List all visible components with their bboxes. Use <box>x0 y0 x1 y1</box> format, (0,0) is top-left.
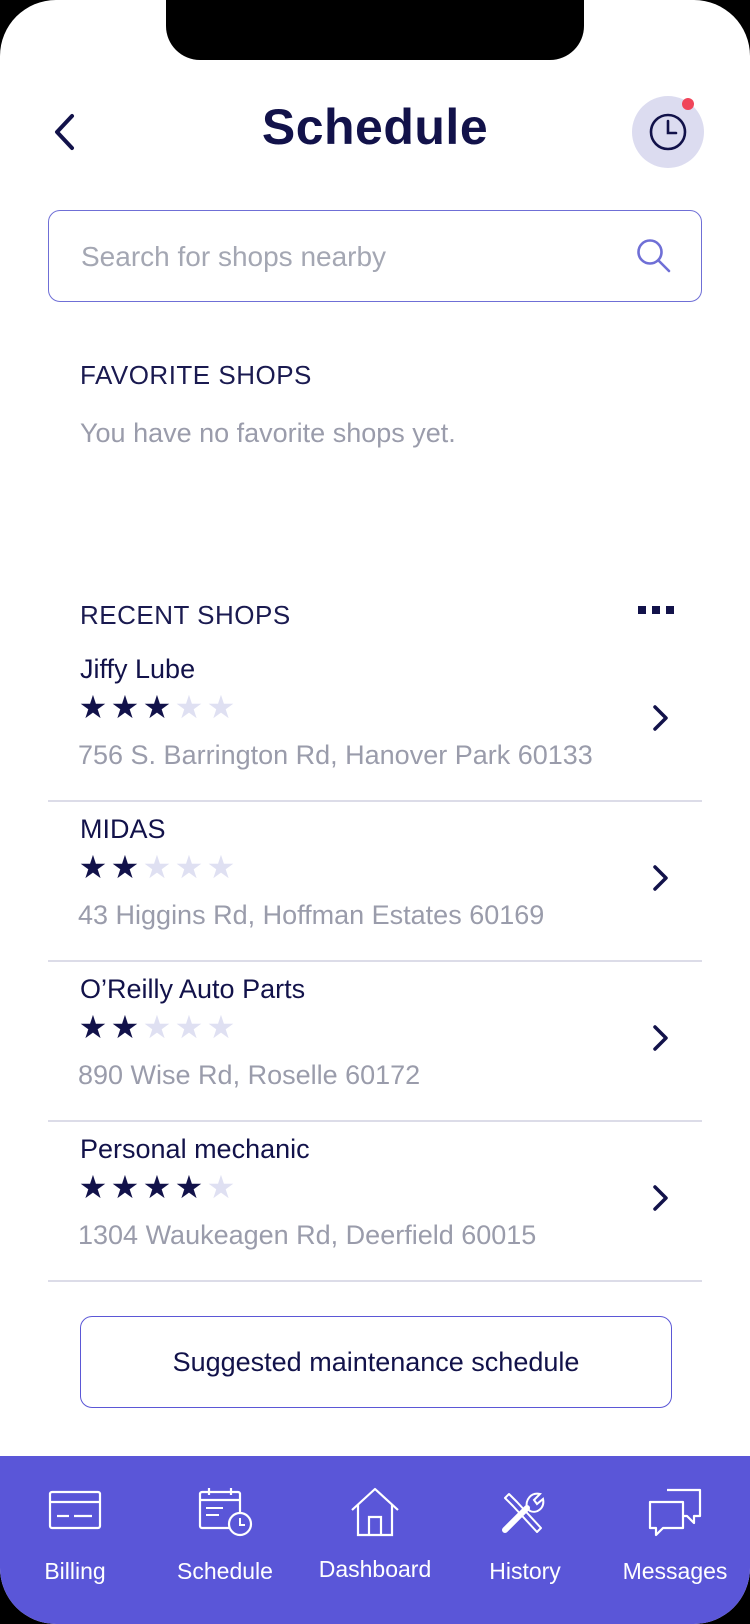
tab-history[interactable]: History <box>450 1456 600 1624</box>
chevron-right-icon[interactable] <box>650 1182 672 1214</box>
search-box[interactable] <box>48 210 702 303</box>
shop-address: 1304 Waukeagen Rd, Deerfield 60015 <box>78 1220 537 1250</box>
billing-card-icon <box>48 1490 102 1530</box>
shop-address: 756 S. Barrington Rd, Hanover Park 60133 <box>78 740 593 770</box>
tab-label: Billing <box>44 1558 106 1584</box>
star-filled-icon: ★ <box>110 1009 140 1045</box>
star-filled-icon: ★ <box>142 689 172 725</box>
star-empty-icon: ★ <box>206 849 236 885</box>
tab-messages[interactable]: Messages <box>600 1456 750 1624</box>
star-filled-icon: ★ <box>78 1009 108 1045</box>
shop-row[interactable]: Jiffy Lube ★ ★ ★ ★ ★ 756 S. Barrington Rd, Han… <box>48 640 702 802</box>
favorites-empty-text: You have no favorite shops yet. <box>80 418 456 448</box>
shop-address: 890 Wise Rd, Roselle 60172 <box>78 1060 421 1090</box>
star-rating: ★ ★ ★ ★ ★ <box>78 690 236 724</box>
star-filled-icon: ★ <box>110 1169 140 1205</box>
tab-label: Schedule <box>177 1558 273 1584</box>
star-empty-icon: ★ <box>174 689 204 725</box>
star-empty-icon: ★ <box>206 1009 236 1045</box>
star-empty-icon: ★ <box>142 849 172 885</box>
more-dot <box>652 606 660 614</box>
bottom-tab-bar: Billing Schedule Dashboard History Messa… <box>0 1456 750 1624</box>
home-icon <box>351 1487 399 1537</box>
more-dot <box>638 606 646 614</box>
shop-name: O’Reilly Auto Parts <box>80 974 306 1004</box>
tab-label: History <box>489 1558 561 1584</box>
search-icon[interactable] <box>635 237 673 275</box>
chat-bubbles-icon <box>648 1488 702 1537</box>
tab-dashboard[interactable]: Dashboard <box>300 1456 450 1624</box>
tab-schedule[interactable]: Schedule <box>150 1456 300 1624</box>
shop-row[interactable]: Personal mechanic ★ ★ ★ ★ ★ 1304 Waukeagen Rd,… <box>48 1120 702 1282</box>
more-options-button[interactable] <box>638 606 674 622</box>
star-empty-icon: ★ <box>142 1009 172 1045</box>
star-empty-icon: ★ <box>174 849 204 885</box>
star-empty-icon: ★ <box>174 1009 204 1045</box>
star-rating: ★ ★ ★ ★ ★ <box>78 1170 236 1204</box>
device-notch <box>166 0 584 60</box>
tools-icon <box>502 1492 545 1533</box>
recent-shops-heading: RECENT SHOPS <box>80 600 291 630</box>
star-filled-icon: ★ <box>78 689 108 725</box>
schedule-screen: Schedule FAVORITE SHOPS You have no favo… <box>0 0 750 1624</box>
star-filled-icon: ★ <box>110 849 140 885</box>
star-empty-icon: ★ <box>206 689 236 725</box>
star-rating: ★ ★ ★ ★ ★ <box>78 850 236 884</box>
star-filled-icon: ★ <box>78 849 108 885</box>
shop-address: 43 Higgins Rd, Hoffman Estates 60169 <box>78 900 545 930</box>
star-rating: ★ ★ ★ ★ ★ <box>78 1010 236 1044</box>
shop-name: Personal mechanic <box>80 1134 310 1164</box>
notification-dot <box>682 98 694 110</box>
star-filled-icon: ★ <box>142 1169 172 1205</box>
favorite-shops-heading: FAVORITE SHOPS <box>80 360 312 390</box>
star-filled-icon: ★ <box>174 1169 204 1205</box>
shop-row[interactable]: O’Reilly Auto Parts ★ ★ ★ ★ ★ 890 Wise Rd, Ros… <box>48 960 702 1122</box>
search-input[interactable] <box>79 211 643 303</box>
tab-label: Dashboard <box>318 1556 432 1582</box>
shop-name: Jiffy Lube <box>80 654 196 684</box>
history-clock-button[interactable] <box>632 96 704 168</box>
suggested-maintenance-button[interactable]: Suggested maintenance schedule <box>80 1316 672 1408</box>
star-empty-icon: ★ <box>206 1169 236 1205</box>
shop-row[interactable]: MIDAS ★ ★ ★ ★ ★ 43 Higgins Rd, Hoffman Estates… <box>48 800 702 962</box>
tab-billing[interactable]: Billing <box>0 1456 150 1624</box>
chevron-right-icon[interactable] <box>650 1022 672 1054</box>
star-filled-icon: ★ <box>110 689 140 725</box>
star-filled-icon: ★ <box>78 1169 108 1205</box>
chevron-right-icon[interactable] <box>650 862 672 894</box>
calendar-clock-icon <box>198 1488 253 1537</box>
chevron-right-icon[interactable] <box>650 702 672 734</box>
tab-label: Messages <box>622 1558 728 1584</box>
more-dot <box>666 606 674 614</box>
clock-icon <box>649 113 687 151</box>
shop-name: MIDAS <box>80 814 166 844</box>
